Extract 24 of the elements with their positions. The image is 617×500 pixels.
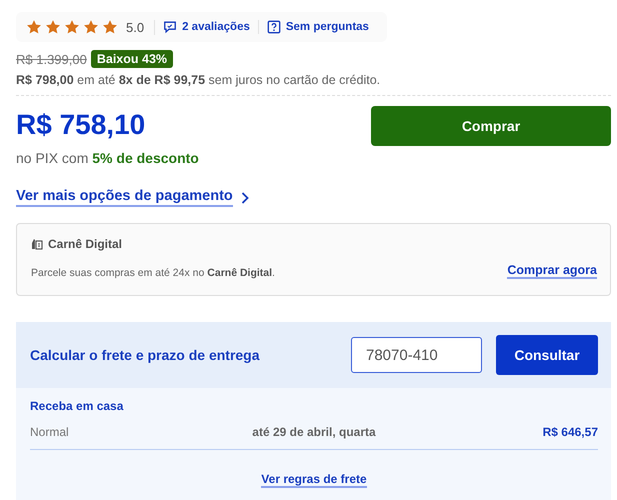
shipping-method: Normal xyxy=(30,425,70,439)
questions-link[interactable]: Sem perguntas xyxy=(258,20,377,34)
chevron-right-icon xyxy=(240,192,249,204)
old-price: R$ 1.399,00 xyxy=(16,52,87,66)
freight-title: Calcular o frete e prazo de entrega xyxy=(30,347,261,363)
shipping-price: R$ 646,57 xyxy=(542,425,598,439)
pix-price: R$ 758,10 xyxy=(16,109,146,141)
card-title: Carnê Digital xyxy=(48,237,122,251)
consult-button[interactable]: Consultar xyxy=(496,335,598,375)
installment-text: R$ 798,00 em até 8x de R$ 99,75 sem juros no cartão de crédito. xyxy=(16,73,611,96)
freight-rules-link[interactable]: Ver regras de frete xyxy=(261,472,367,488)
discount-badge: Baixou 43% xyxy=(90,50,174,68)
buy-button[interactable]: Comprar xyxy=(371,106,611,146)
buy-now-link[interactable]: Comprar agora xyxy=(507,263,597,279)
pix-discount-note: no PIX com 5% de desconto xyxy=(16,150,199,166)
payment-options-link[interactable]: Ver mais opções de pagamento xyxy=(16,188,233,207)
comment-icon xyxy=(163,20,178,34)
reviews-link[interactable]: 2 avaliações xyxy=(155,20,258,34)
question-icon xyxy=(266,20,281,34)
delivery-date: até 29 de abril, quarta xyxy=(252,425,376,439)
cep-field[interactable]: 78070-410 xyxy=(351,337,482,373)
carne-description: Parcele suas compras em até 24x no Carnê Digital. xyxy=(31,267,275,279)
delivery-section-title: Receba em casa xyxy=(30,399,124,413)
rating-score: 5.0 xyxy=(126,20,156,34)
